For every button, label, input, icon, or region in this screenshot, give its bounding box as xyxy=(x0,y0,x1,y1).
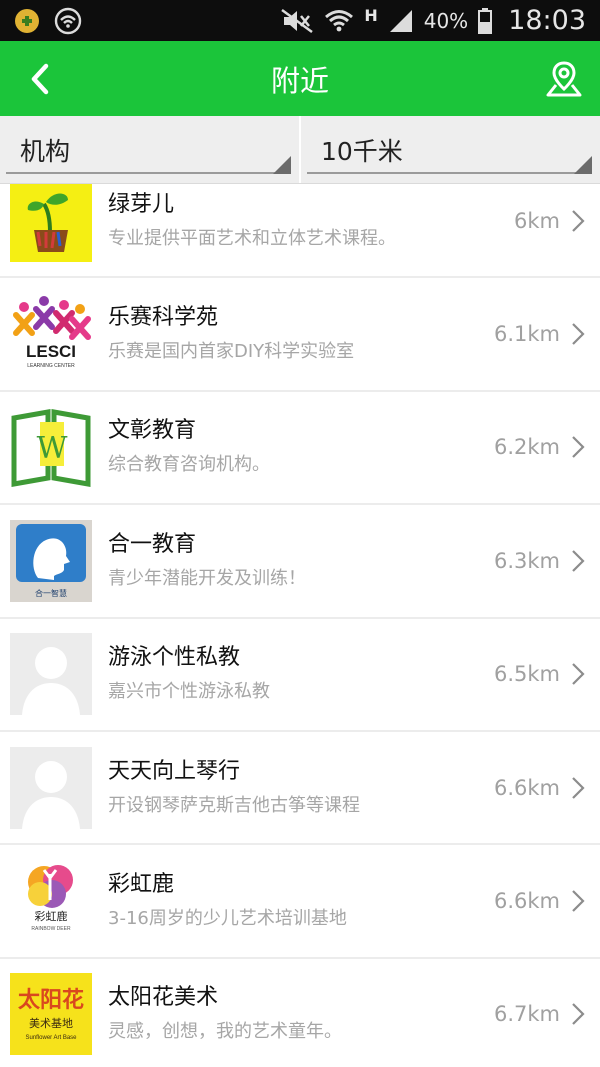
battery-icon xyxy=(478,7,493,34)
map-location-button[interactable] xyxy=(544,59,584,99)
item-description: 乐赛是国内首家DIY科学实验室 xyxy=(108,341,355,363)
nav-bar: 附近 xyxy=(0,41,600,116)
default-avatar-icon xyxy=(10,633,92,716)
page-title: 附近 xyxy=(270,63,329,98)
item-name: 绿芽儿 xyxy=(108,191,175,217)
chevron-right-icon xyxy=(572,550,585,572)
filter-bar: 机构 10千米 xyxy=(0,116,600,184)
item-distance: 6.7km xyxy=(493,1002,560,1027)
item-info: 文彰教育 综合教育咨询机构。 xyxy=(108,416,494,478)
lesci-logo: LESCI LEARNING CENTER xyxy=(10,293,92,376)
list-item[interactable]: 合一智慧 合一教育 青少年潜能开发及训练！ 6.3km xyxy=(0,505,600,619)
list-item[interactable]: 天天向上琴行 开设钢琴萨克斯吉他古筝等课程 6.6km xyxy=(0,731,600,846)
map-pin-icon xyxy=(546,61,582,97)
list-item[interactable]: 彩虹鹿 RAINBOW DEER 彩虹鹿 3-16周岁的少儿艺术培训基地 6.6… xyxy=(0,845,600,959)
item-name: 太阳花美术 xyxy=(108,985,219,1011)
item-info: 乐赛科学苑 乐赛是国内首家DIY科学实验室 xyxy=(108,303,494,365)
chevron-right-icon xyxy=(572,890,585,912)
sunflower-logo-line2: Sunflower Art Base xyxy=(25,1035,77,1041)
chevron-right-icon xyxy=(572,323,585,345)
rainbow-deer-logo: 彩虹鹿 RAINBOW DEER xyxy=(10,860,92,943)
chevron-right-icon xyxy=(572,1003,585,1026)
item-description: 开设钢琴萨克斯吉他古筝等课程 xyxy=(108,794,360,816)
app-notification-icon xyxy=(14,8,40,34)
item-distance: 6.5km xyxy=(493,662,560,687)
dropdown-corner-icon xyxy=(273,156,291,174)
sunflower-logo-line1: 美术基地 xyxy=(29,1017,73,1030)
item-name: 文彰教育 xyxy=(108,418,197,444)
back-arrow-icon xyxy=(31,63,49,95)
sprout-logo xyxy=(10,184,92,262)
item-info: 游泳个性私教 嘉兴市个性游泳私教 xyxy=(108,643,494,705)
wenzhang-logo: W xyxy=(10,406,92,489)
dropdown-corner-icon xyxy=(574,156,592,174)
item-info: 天天向上琴行 开设钢琴萨克斯吉他古筝等课程 xyxy=(108,757,494,819)
chevron-right-icon xyxy=(572,209,585,232)
dropdown-underline xyxy=(6,172,291,174)
item-distance: 6.1km xyxy=(493,322,560,347)
distance-dropdown[interactable]: 10千米 xyxy=(299,116,600,183)
institution-list[interactable]: 绿芽儿 专业提供平面艺术和立体艺术课程。 6km LESCI LEARNING … xyxy=(0,184,600,1067)
list-item[interactable]: LESCI LEARNING CENTER 乐赛科学苑 乐赛是国内首家DIY科学… xyxy=(0,278,600,392)
item-info: 绿芽儿 专业提供平面艺术和立体艺术课程。 xyxy=(108,190,514,252)
list-item[interactable]: W 文彰教育 综合教育咨询机构。 6.2km xyxy=(0,391,600,506)
chevron-right-icon xyxy=(572,436,585,459)
item-distance: 6.3km xyxy=(493,548,560,573)
chevron-right-icon xyxy=(572,776,585,799)
battery-percent: 40% xyxy=(423,8,469,33)
heyi-logo-caption: 合一智慧 xyxy=(35,588,67,598)
item-name: 乐赛科学苑 xyxy=(108,305,219,331)
sunflower-logo: 太阳花 美术基地 Sunflower Art Base xyxy=(10,973,92,1056)
rainbow-deer-subtitle: RAINBOW DEER xyxy=(31,926,71,932)
lesci-logo-title: LESCI xyxy=(26,342,76,361)
item-description: 专业提供平面艺术和立体艺术课程。 xyxy=(108,227,396,249)
item-description: 综合教育咨询机构。 xyxy=(108,454,270,476)
item-description: 嘉兴市个性游泳私教 xyxy=(108,681,270,703)
wifi-signal-icon xyxy=(324,8,354,34)
list-item[interactable]: 绿芽儿 专业提供平面艺术和立体艺术课程。 6km xyxy=(0,184,600,279)
item-description: 3-16周岁的少儿艺术培训基地 xyxy=(108,908,347,930)
category-dropdown[interactable]: 机构 xyxy=(0,116,299,183)
default-avatar-icon xyxy=(10,746,92,829)
item-info: 合一教育 青少年潜能开发及训练！ xyxy=(108,530,494,592)
lesci-logo-subtitle: LEARNING CENTER xyxy=(27,363,75,369)
sunflower-logo-title: 太阳花 xyxy=(18,987,84,1013)
item-name: 游泳个性私教 xyxy=(108,645,241,671)
heyi-logo: 合一智慧 xyxy=(10,519,92,602)
item-name: 天天向上琴行 xyxy=(108,758,241,784)
status-bar: H 40% 18:03 xyxy=(0,0,600,41)
mute-icon xyxy=(280,8,314,34)
chevron-right-icon xyxy=(572,663,585,686)
category-dropdown-value: 机构 xyxy=(20,136,71,166)
item-info: 太阳花美术 灵感，创想，我的艺术童年。 xyxy=(108,983,494,1045)
distance-dropdown-value: 10千米 xyxy=(321,136,403,166)
dropdown-underline xyxy=(307,172,592,174)
list-item[interactable]: 游泳个性私教 嘉兴市个性游泳私教 6.5km xyxy=(0,618,600,732)
item-name: 合一教育 xyxy=(108,531,197,557)
rainbow-deer-title: 彩虹鹿 xyxy=(35,909,68,923)
clock: 18:03 xyxy=(508,5,586,36)
item-distance: 6.6km xyxy=(493,889,560,914)
cell-signal-icon xyxy=(388,8,414,34)
item-name: 彩虹鹿 xyxy=(108,872,175,898)
item-distance: 6.6km xyxy=(493,775,560,800)
item-description: 青少年潜能开发及训练！ xyxy=(108,567,306,589)
network-type-label: H xyxy=(364,6,378,25)
list-item[interactable]: 太阳花 美术基地 Sunflower Art Base 太阳花美术 灵感，创想，… xyxy=(0,958,600,1067)
wifi-notification-icon xyxy=(54,7,82,35)
item-distance: 6km xyxy=(514,208,560,233)
item-description: 灵感，创想，我的艺术童年。 xyxy=(108,1021,342,1043)
item-info: 彩虹鹿 3-16周岁的少儿艺术培训基地 xyxy=(108,870,494,932)
wenzhang-logo-mark: W xyxy=(37,431,68,466)
item-distance: 6.2km xyxy=(493,435,560,460)
back-button[interactable] xyxy=(26,63,56,95)
